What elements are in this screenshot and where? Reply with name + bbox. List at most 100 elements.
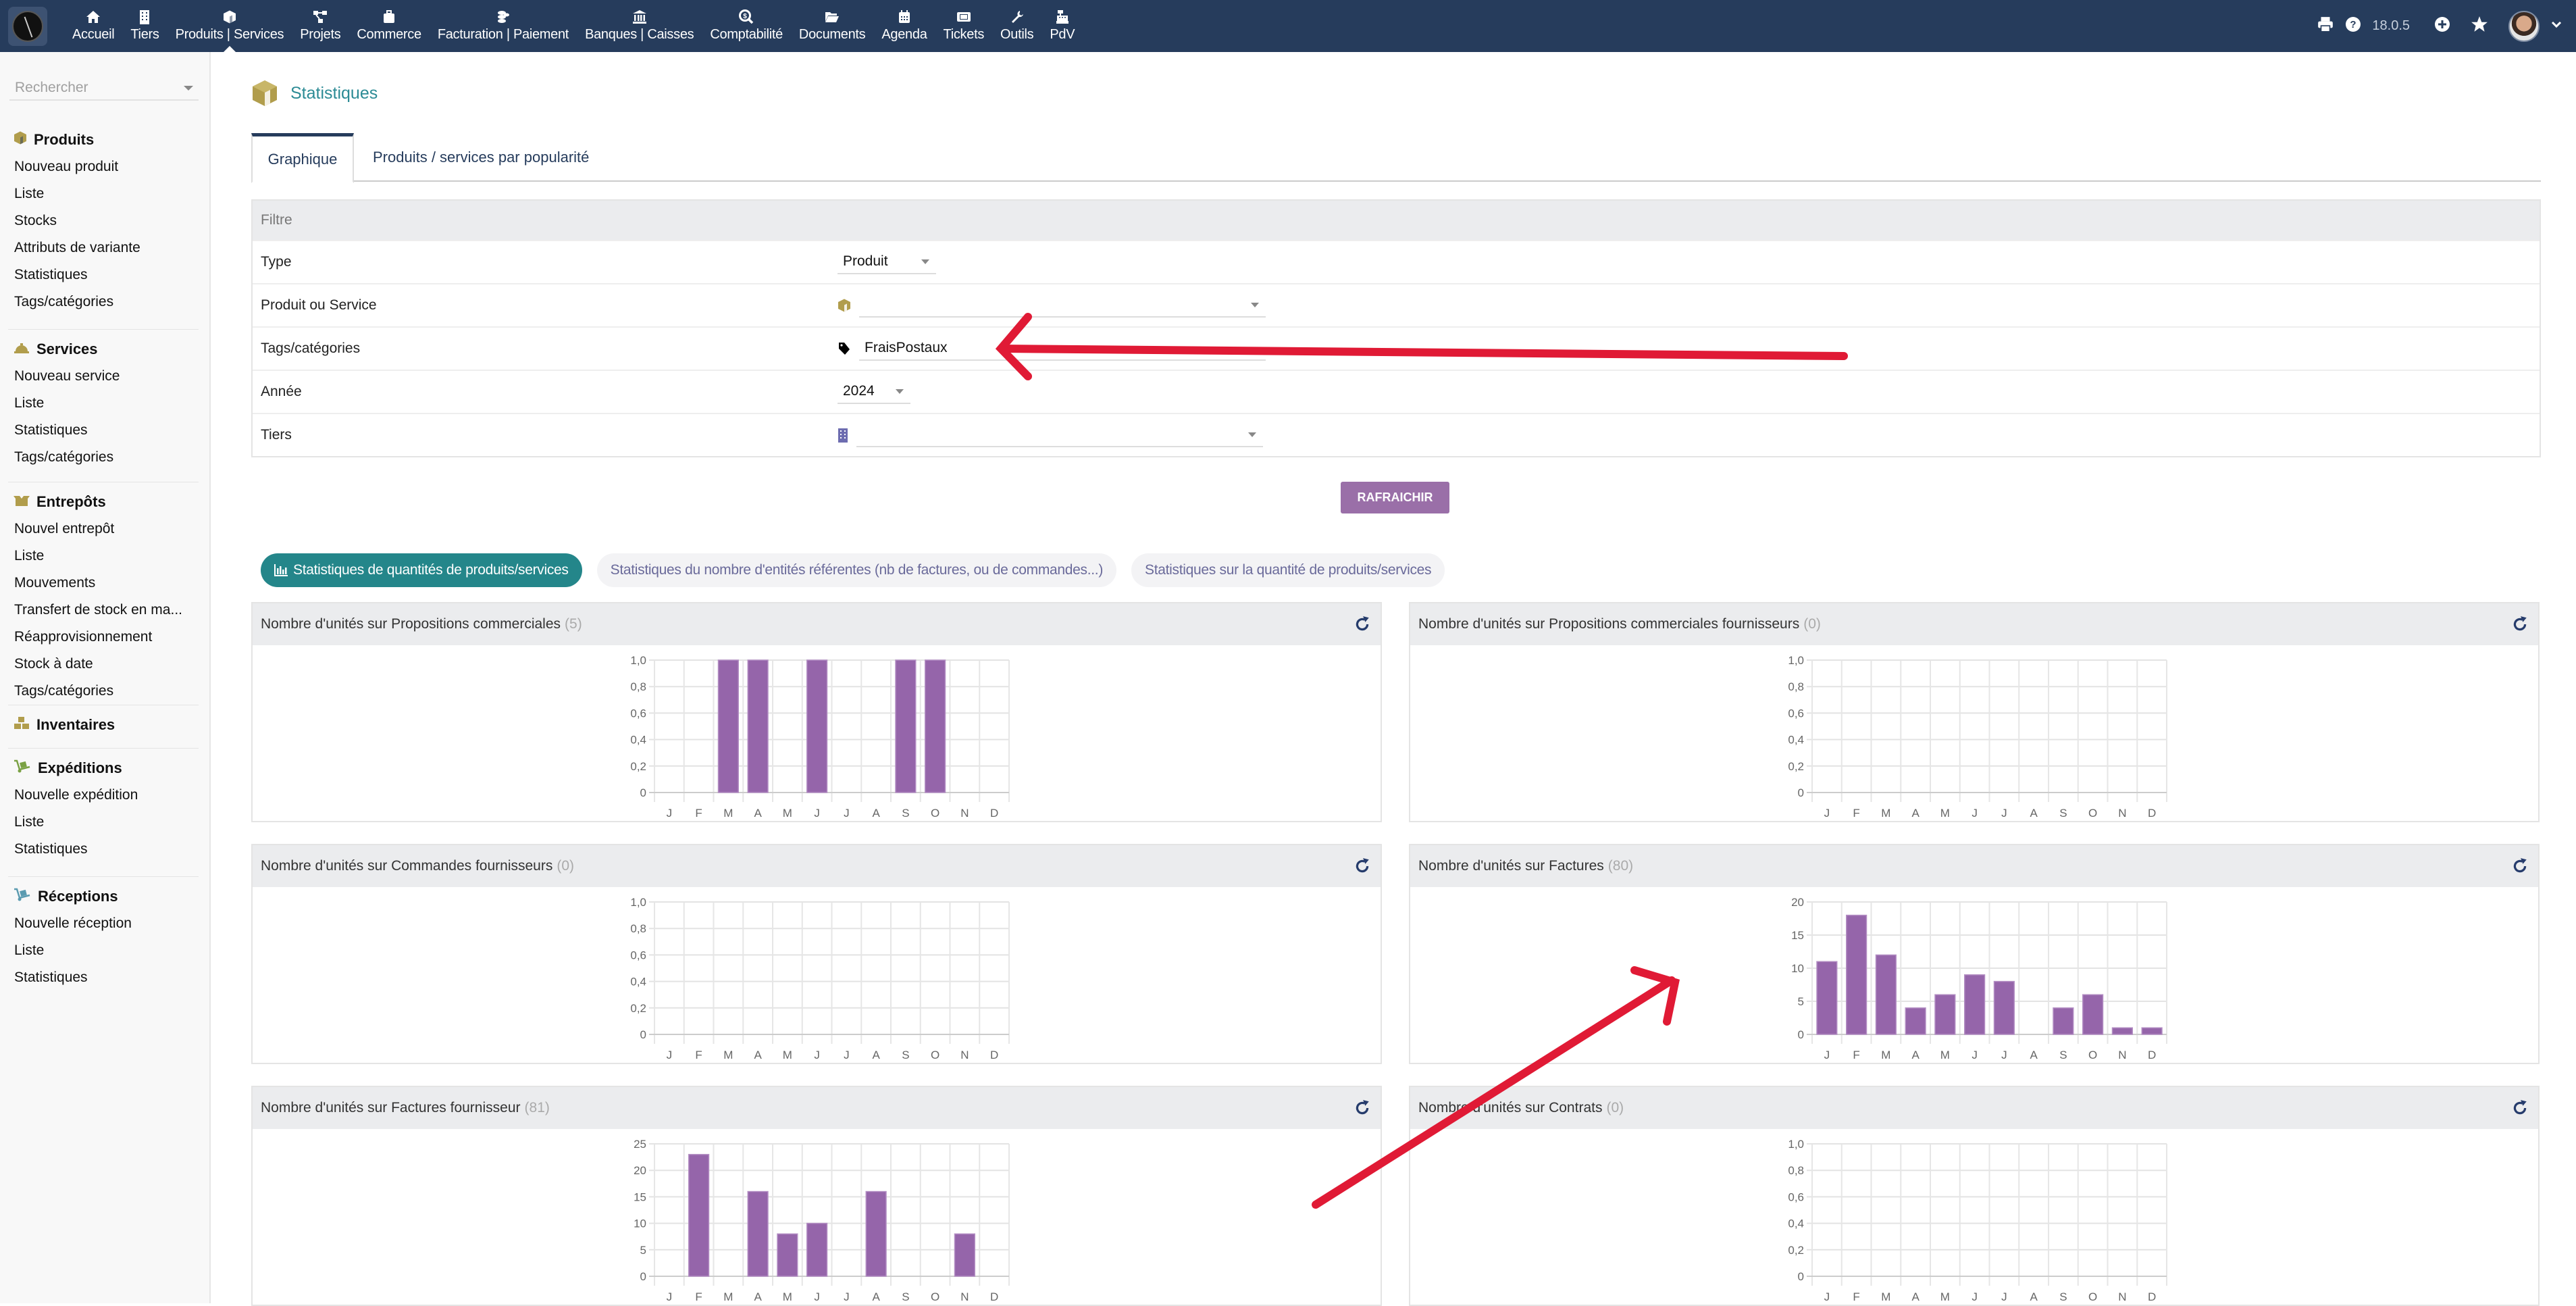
chart-title: Nombre d'unités sur Contrats: [1418, 1100, 1603, 1115]
sidebar-link[interactable]: Liste: [0, 180, 203, 207]
menu-item-tiers[interactable]: Tiers: [122, 0, 167, 52]
sidebar-search-select[interactable]: Rechercher: [9, 76, 199, 101]
chevron-down-icon[interactable]: [2550, 18, 2562, 34]
reload-icon[interactable]: [1354, 1099, 1371, 1117]
tab-graphique[interactable]: Graphique: [251, 133, 354, 183]
menu-item-banques-caisses[interactable]: Banques | Caisses: [577, 0, 702, 52]
x-tick-label: J: [667, 1290, 673, 1303]
sidebar-section-title[interactable]: Inventaires: [0, 711, 211, 738]
x-tick-label: D: [990, 807, 998, 820]
y-tick-label: 0,8: [630, 922, 646, 935]
sidebar-link[interactable]: Transfert de stock en ma...: [0, 597, 203, 624]
sidebar-link[interactable]: Nouveau service: [0, 363, 203, 390]
menu-item-accueil[interactable]: Accueil: [64, 0, 122, 52]
sidebar-section-entrepots: Entrepôts Nouvel entrepôt Liste Mouvements T…: [0, 488, 211, 705]
menu-item-agenda[interactable]: Agenda: [873, 0, 935, 52]
sidebar-section-title[interactable]: Réceptions: [0, 883, 211, 910]
pill-entity-count-stats[interactable]: Statistiques du nombre d'entités référen…: [596, 553, 1117, 587]
sidebar-link[interactable]: Tags/catégories: [0, 678, 203, 705]
sidebar-link[interactable]: Statistiques: [0, 836, 203, 863]
reload-icon[interactable]: [1354, 616, 1371, 633]
sidebar-section-title[interactable]: Produits: [0, 126, 211, 153]
user-avatar[interactable]: [2508, 10, 2540, 42]
sidebar-link[interactable]: Nouveau produit: [0, 153, 203, 180]
pill-quantity-stats[interactable]: Statistiques de quantités de produits/se…: [261, 553, 582, 587]
print-icon[interactable]: [2317, 16, 2334, 36]
sidebar-link[interactable]: Liste: [0, 543, 203, 570]
sidebar-title-label: Inventaires: [36, 716, 115, 733]
folder-open-icon: [825, 9, 840, 24]
tag-icon: [839, 343, 850, 355]
reload-icon[interactable]: [1354, 857, 1371, 875]
sidebar-link[interactable]: Liste: [0, 390, 203, 417]
sidebar-link[interactable]: Statistiques: [0, 964, 203, 991]
x-tick-label: M: [1881, 807, 1890, 820]
sidebar-section-title[interactable]: Expéditions: [0, 755, 211, 782]
chart-card: Nombre d'unités sur Commandes fournisseu…: [251, 844, 1382, 1064]
chart-count: (5): [565, 616, 582, 632]
reload-icon[interactable]: [2511, 1099, 2529, 1117]
menu-item-documents[interactable]: Documents: [791, 0, 873, 52]
sidebar-section-services: Services Nouveau service Liste Statistiques…: [0, 336, 211, 471]
menu-item-pdv[interactable]: PdV: [1041, 0, 1083, 52]
chart-count: (81): [524, 1100, 550, 1115]
sidebar-link[interactable]: Liste: [0, 937, 203, 964]
x-tick-label: M: [783, 807, 792, 820]
reload-icon[interactable]: [2511, 857, 2529, 875]
menu-item-comptabilit[interactable]: $ Comptabilité: [702, 0, 791, 52]
bookmark-star-icon[interactable]: [2471, 16, 2488, 36]
product-select[interactable]: [859, 293, 1266, 318]
x-tick-label: A: [754, 1290, 762, 1303]
pill-product-quantity-stats[interactable]: Statistiques sur la quantité de produits…: [1131, 553, 1445, 587]
chart-card-header: Nombre d'unités sur Factures fournisseur…: [253, 1087, 1381, 1129]
y-tick-label: 0: [1798, 786, 1804, 799]
sidebar-title-label: Services: [36, 341, 98, 357]
sidebar-link[interactable]: Statistiques: [0, 261, 203, 288]
menu-item-facturation-paiement[interactable]: Facturation | Paiement: [430, 0, 577, 52]
sidebar-link[interactable]: Stock à date: [0, 651, 203, 678]
y-tick-label: 0,6: [630, 949, 646, 961]
top-navbar: Accueil Tiers Produits | Services Projets Co…: [0, 0, 2576, 52]
suitcase-icon: [382, 9, 396, 24]
sidebar-link[interactable]: Nouvel entrepôt: [0, 516, 203, 543]
year-select[interactable]: 2024: [838, 380, 910, 404]
sidebar-link[interactable]: Stocks: [0, 207, 203, 234]
bar-j-5: [1964, 974, 1986, 1035]
quick-add-icon[interactable]: [2434, 16, 2450, 36]
menu-item-commerce[interactable]: Commerce: [349, 0, 429, 52]
chart-count: (0): [557, 858, 575, 874]
bar-j-0: [1816, 961, 1838, 1035]
sidebar-link[interactable]: Mouvements: [0, 570, 203, 597]
refresh-button[interactable]: RAFRAICHIR: [1341, 482, 1449, 513]
reload-icon[interactable]: [2511, 616, 2529, 633]
menu-item-label: Produits | Services: [175, 27, 284, 42]
sidebar-link[interactable]: Tags/catégories: [0, 288, 203, 316]
sidebar-link[interactable]: Statistiques: [0, 417, 203, 444]
sidebar-link[interactable]: Nouvelle expédition: [0, 782, 203, 809]
bar-m-2: [1875, 954, 1897, 1035]
x-tick-label: F: [695, 1290, 702, 1303]
sidebar-section-receptions: Réceptions Nouvelle réception Liste Statist…: [0, 883, 211, 991]
sidebar-link[interactable]: Liste: [0, 809, 203, 836]
menu-item-tickets[interactable]: Tickets: [935, 0, 993, 52]
sidebar-link[interactable]: Réapprovisionnement: [0, 624, 203, 651]
x-tick-label: M: [723, 1049, 733, 1061]
type-select[interactable]: Produit: [838, 250, 936, 274]
sidebar-link[interactable]: Nouvelle réception: [0, 910, 203, 937]
sidebar-section-title[interactable]: Entrepôts: [0, 488, 211, 516]
tab-popularite[interactable]: Produits / services par popularité: [373, 133, 589, 182]
filter-label: Type: [261, 254, 292, 270]
sidebar-section-title[interactable]: Services: [0, 336, 211, 363]
x-tick-label: N: [2118, 1049, 2126, 1061]
tags-select[interactable]: FraisPostaux: [859, 336, 1266, 361]
x-tick-label: N: [960, 1290, 969, 1303]
sidebar-link[interactable]: Attributs de variante: [0, 234, 203, 261]
menu-item-produits-services[interactable]: Produits | Services: [168, 0, 292, 52]
thirdparty-select[interactable]: [856, 423, 1263, 447]
sidebar-link[interactable]: Tags/catégories: [0, 444, 203, 471]
app-logo[interactable]: [8, 7, 47, 46]
menu-item-outils[interactable]: Outils: [992, 0, 1041, 52]
menu-item-projets[interactable]: Projets: [292, 0, 349, 52]
help-icon[interactable]: ?: [2345, 16, 2361, 36]
x-tick-label: N: [2118, 807, 2126, 820]
